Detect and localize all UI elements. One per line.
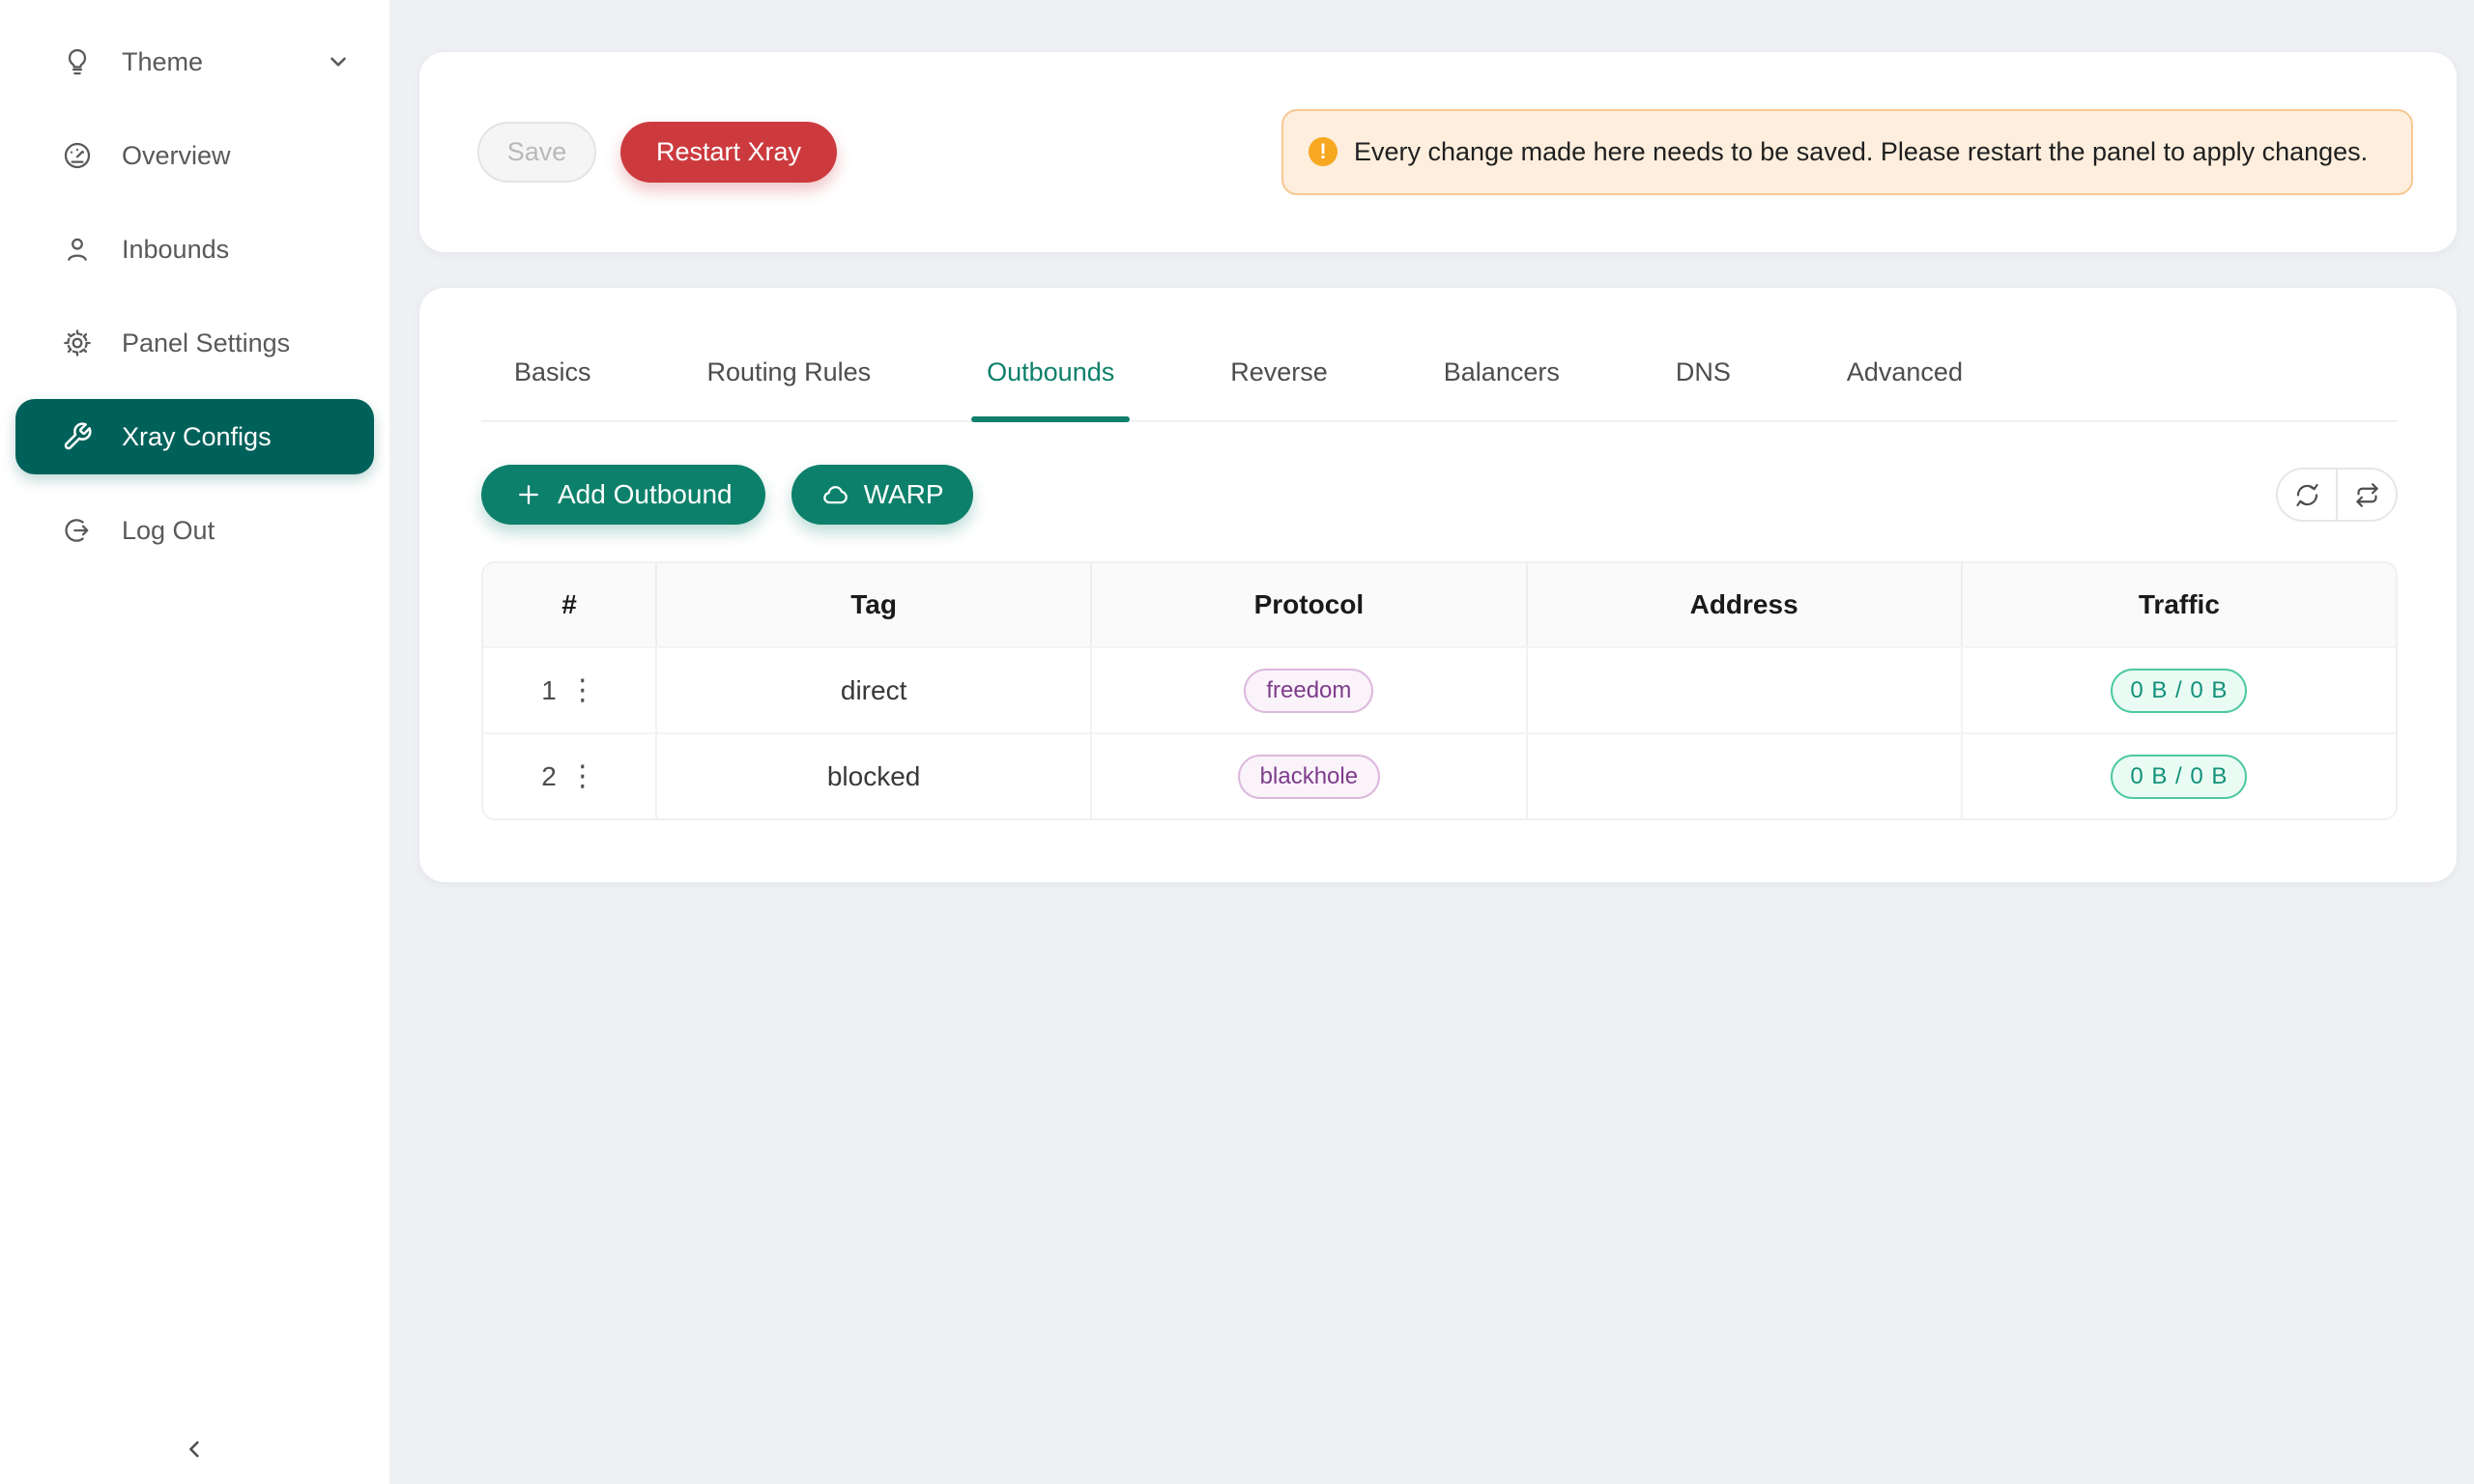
sidebar-collapse-button[interactable]	[176, 1430, 215, 1469]
logout-icon	[61, 514, 94, 547]
row-address	[1528, 734, 1963, 818]
gear-icon	[61, 327, 94, 359]
chevron-left-icon	[182, 1436, 209, 1463]
add-outbound-button[interactable]: Add Outbound	[481, 465, 765, 525]
tab-dns[interactable]: DNS	[1660, 357, 1746, 420]
lightbulb-icon	[61, 45, 94, 78]
sidebar-item-overview[interactable]: Overview	[15, 118, 374, 193]
traffic-badge: 0 B / 0 B	[2111, 755, 2247, 799]
row-tag: blocked	[657, 734, 1092, 818]
tab-routing-rules[interactable]: Routing Rules	[692, 357, 887, 420]
config-tabs: Basics Routing Rules Outbounds Reverse B…	[481, 288, 2398, 422]
protocol-badge: freedom	[1244, 669, 1373, 713]
tab-outbounds[interactable]: Outbounds	[971, 357, 1130, 420]
restart-xray-button[interactable]: Restart Xray	[620, 122, 837, 183]
sidebar-item-log-out[interactable]: Log Out	[15, 493, 374, 568]
tab-advanced[interactable]: Advanced	[1831, 357, 1978, 420]
warning-icon: !	[1309, 137, 1338, 166]
col-header-index: #	[483, 563, 657, 646]
gauge-icon	[61, 139, 94, 172]
col-header-tag: Tag	[657, 563, 1092, 646]
user-icon	[61, 233, 94, 266]
tab-basics[interactable]: Basics	[499, 357, 607, 420]
sidebar-item-label: Inbounds	[122, 235, 229, 265]
row-menu-icon[interactable]: ⋮	[568, 676, 597, 705]
row-tag: direct	[657, 648, 1092, 732]
col-header-protocol: Protocol	[1092, 563, 1527, 646]
warp-button[interactable]: WARP	[791, 465, 973, 525]
tab-balancers[interactable]: Balancers	[1428, 357, 1575, 420]
plus-icon	[514, 480, 543, 509]
row-index: 2	[541, 761, 557, 792]
actions-row: Add Outbound WARP	[481, 465, 2398, 525]
sidebar-item-xray-configs[interactable]: Xray Configs	[15, 399, 374, 474]
sidebar-item-panel-settings[interactable]: Panel Settings	[15, 305, 374, 381]
repeat-icon	[2354, 482, 2380, 508]
traffic-badge: 0 B / 0 B	[2111, 669, 2247, 713]
cloud-icon	[820, 480, 849, 509]
xray-configs-card: Basics Routing Rules Outbounds Reverse B…	[419, 288, 2457, 882]
sync-icon	[2294, 482, 2320, 508]
save-button[interactable]: Save	[477, 122, 596, 183]
table-row: 2 ⋮ blocked blackhole 0 B / 0 B	[483, 732, 2396, 818]
col-header-traffic: Traffic	[1963, 563, 2396, 646]
reset-traffic-button[interactable]	[2338, 470, 2396, 520]
toolbar-card: Save Restart Xray ! Every change made he…	[419, 52, 2457, 252]
wrench-icon	[61, 420, 94, 453]
sidebar-item-label: Xray Configs	[122, 422, 272, 452]
sidebar-item-label: Log Out	[122, 516, 215, 546]
table-header: # Tag Protocol Address Traffic	[483, 563, 2396, 646]
row-address	[1528, 648, 1963, 732]
table-tools-group	[2276, 468, 2398, 522]
sidebar: Theme Overview Inbounds	[0, 0, 389, 1484]
col-header-address: Address	[1528, 563, 1963, 646]
sidebar-item-label: Theme	[122, 47, 203, 77]
sidebar-item-theme[interactable]: Theme	[15, 24, 374, 100]
warp-label: WARP	[864, 479, 944, 510]
sidebar-item-inbounds[interactable]: Inbounds	[15, 212, 374, 287]
chevron-down-icon	[326, 49, 351, 74]
warning-alert-text: Every change made here needs to be saved…	[1354, 131, 2368, 173]
add-outbound-label: Add Outbound	[558, 479, 733, 510]
row-menu-icon[interactable]: ⋮	[568, 762, 597, 791]
sidebar-item-label: Panel Settings	[122, 328, 290, 358]
main-content: Save Restart Xray ! Every change made he…	[389, 0, 2474, 1484]
tab-reverse[interactable]: Reverse	[1215, 357, 1343, 420]
table-body: 1 ⋮ direct freedom 0 B / 0 B 2 ⋮	[483, 646, 2396, 818]
row-index: 1	[541, 675, 557, 706]
protocol-badge: blackhole	[1238, 755, 1380, 799]
refresh-button[interactable]	[2278, 470, 2338, 520]
sidebar-item-label: Overview	[122, 141, 231, 171]
table-row: 1 ⋮ direct freedom 0 B / 0 B	[483, 646, 2396, 732]
outbounds-table: # Tag Protocol Address Traffic 1 ⋮ direc…	[481, 561, 2398, 820]
warning-alert: ! Every change made here needs to be sav…	[1281, 109, 2413, 195]
